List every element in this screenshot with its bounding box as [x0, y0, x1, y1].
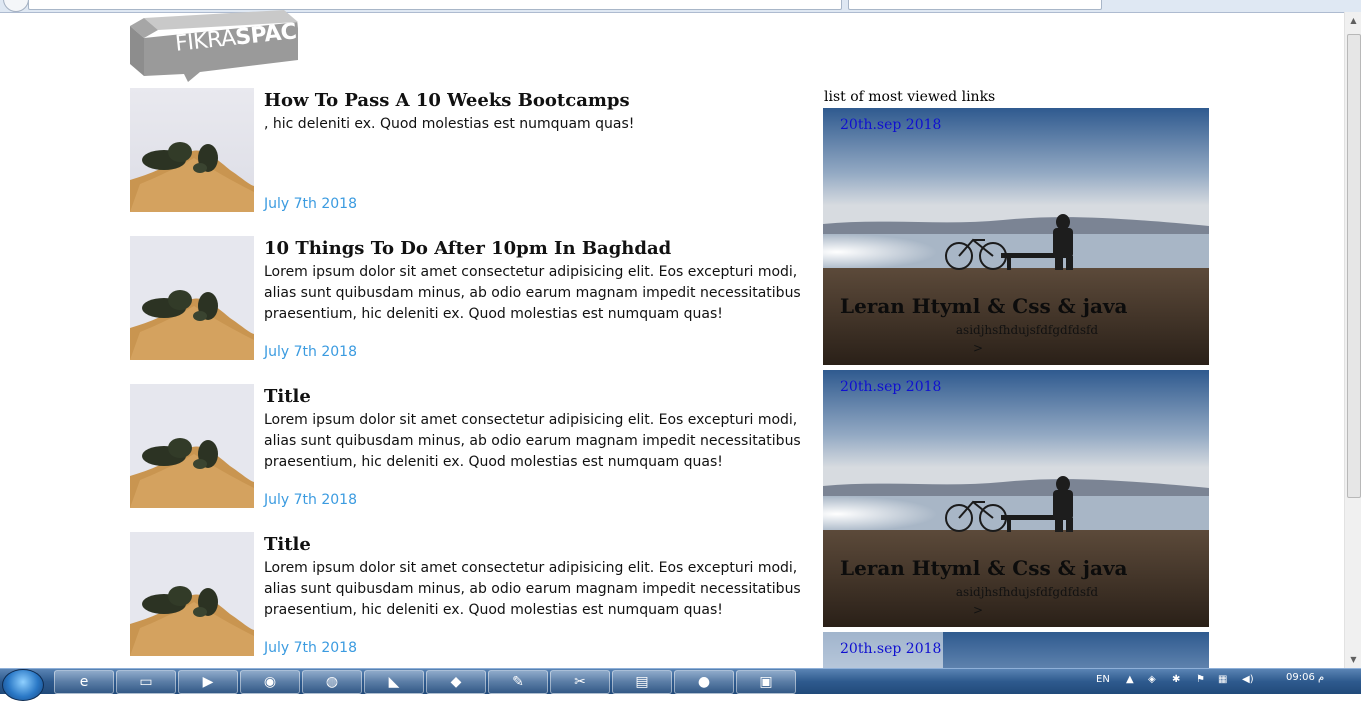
volume-icon[interactable]: ◀): [1242, 674, 1254, 685]
card-date-link[interactable]: 20th.sep 2018: [840, 641, 941, 657]
article-date-link[interactable]: July 7th 2018: [264, 344, 357, 360]
article-date-link[interactable]: July 7th 2018: [264, 196, 357, 212]
article-excerpt: Lorem ipsum dolor sit amet consectetur a…: [264, 560, 801, 618]
article-date-link[interactable]: July 7th 2018: [264, 492, 357, 508]
sidebar-heading: list of most viewed links: [824, 89, 996, 105]
firefox-icon[interactable]: ◍: [302, 670, 362, 694]
tray-expand-icon[interactable]: ▲: [1126, 674, 1134, 685]
article-excerpt: Lorem ipsum dolor sit amet consectetur a…: [264, 264, 801, 322]
tray-app-icon[interactable]: ◈: [1148, 674, 1156, 685]
card-title[interactable]: Leran Htyml & Css & java: [840, 294, 1127, 318]
article-item[interactable]: 10 Things To Do After 10pm In Baghdad Lo…: [130, 236, 810, 384]
flag-icon[interactable]: ⚑: [1196, 674, 1205, 685]
chrome-icon[interactable]: ◉: [240, 670, 300, 694]
card-subtitle: asidjhsfhdujsfdfgdfdsfd: [955, 323, 1099, 337]
github-icon[interactable]: ●: [674, 670, 734, 694]
card-title[interactable]: Leran Htyml & Css & java: [840, 556, 1127, 580]
article-title[interactable]: Title: [264, 386, 311, 407]
article-title[interactable]: 10 Things To Do After 10pm In Baghdad: [264, 238, 671, 259]
scroll-up-arrow-icon[interactable]: ▲: [1345, 12, 1361, 29]
page-scrollbar[interactable]: ▲ ▼: [1344, 12, 1361, 668]
article-thumbnail-image[interactable]: [130, 532, 254, 656]
snipping-tool-icon[interactable]: ✂: [550, 670, 610, 694]
article-item[interactable]: Title Lorem ipsum dolor sit amet consect…: [130, 384, 810, 532]
paint-icon[interactable]: ✎: [488, 670, 548, 694]
article-item[interactable]: Title Lorem ipsum dolor sit amet consect…: [130, 532, 810, 680]
scrollbar-thumb[interactable]: [1347, 34, 1361, 498]
most-viewed-card[interactable]: 20th.sep 2018 Leran Htyml & Css & java a…: [823, 108, 1209, 365]
network-icon[interactable]: ▦: [1218, 674, 1227, 685]
address-bar[interactable]: [28, 0, 842, 10]
card-date-link[interactable]: 20th.sep 2018: [840, 117, 941, 133]
card-more-arrow[interactable]: >: [973, 603, 983, 617]
language-indicator[interactable]: EN: [1096, 674, 1110, 685]
articles-list: How To Pass A 10 Weeks Bootcamps , hic d…: [130, 88, 810, 680]
media-player-icon[interactable]: ▶: [178, 670, 238, 694]
card-more-arrow[interactable]: >: [973, 341, 983, 355]
internet-explorer-icon[interactable]: e: [54, 670, 114, 694]
scroll-down-arrow-icon[interactable]: ▼: [1345, 651, 1361, 668]
image-viewer-icon[interactable]: ▣: [736, 670, 796, 694]
window-controls[interactable]: [1328, 0, 1361, 12]
article-title[interactable]: Title: [264, 534, 311, 555]
bluetooth-icon[interactable]: ✱: [1172, 674, 1180, 685]
winrar-icon[interactable]: ▤: [612, 670, 672, 694]
card-date-link[interactable]: 20th.sep 2018: [840, 379, 941, 395]
article-date-link[interactable]: July 7th 2018: [264, 640, 357, 656]
article-title[interactable]: How To Pass A 10 Weeks Bootcamps: [264, 90, 630, 111]
article-thumbnail-image[interactable]: [130, 236, 254, 360]
taskbar-clock[interactable]: 09:06 م: [1286, 672, 1324, 683]
figma-icon[interactable]: ◆: [426, 670, 486, 694]
most-viewed-card[interactable]: 20th.sep 2018: [823, 632, 1209, 668]
file-explorer-icon[interactable]: ▭: [116, 670, 176, 694]
article-item[interactable]: How To Pass A 10 Weeks Bootcamps , hic d…: [130, 88, 810, 236]
article-excerpt: , hic deleniti ex. Quod molestias est nu…: [264, 116, 635, 132]
article-excerpt: Lorem ipsum dolor sit amet consectetur a…: [264, 412, 801, 470]
article-thumbnail-image[interactable]: [130, 384, 254, 508]
vscode-icon[interactable]: ◣: [364, 670, 424, 694]
browser-search-box[interactable]: [848, 0, 1102, 10]
windows-taskbar: e ▭ ▶ ◉ ◍ ◣ ◆ ✎ ✂ ▤ ● ▣ EN ▲ ◈ ✱ ⚑ ▦ ◀) …: [0, 668, 1361, 701]
article-thumbnail-image[interactable]: [130, 88, 254, 212]
back-button[interactable]: [3, 0, 29, 12]
fikraspace-logo[interactable]: FIKRASPACE: [130, 10, 312, 84]
card-subtitle: asidjhsfhdujsfdfgdfdsfd: [955, 585, 1099, 599]
start-button[interactable]: [2, 669, 44, 701]
most-viewed-card[interactable]: 20th.sep 2018 Leran Htyml & Css & java a…: [823, 370, 1209, 627]
